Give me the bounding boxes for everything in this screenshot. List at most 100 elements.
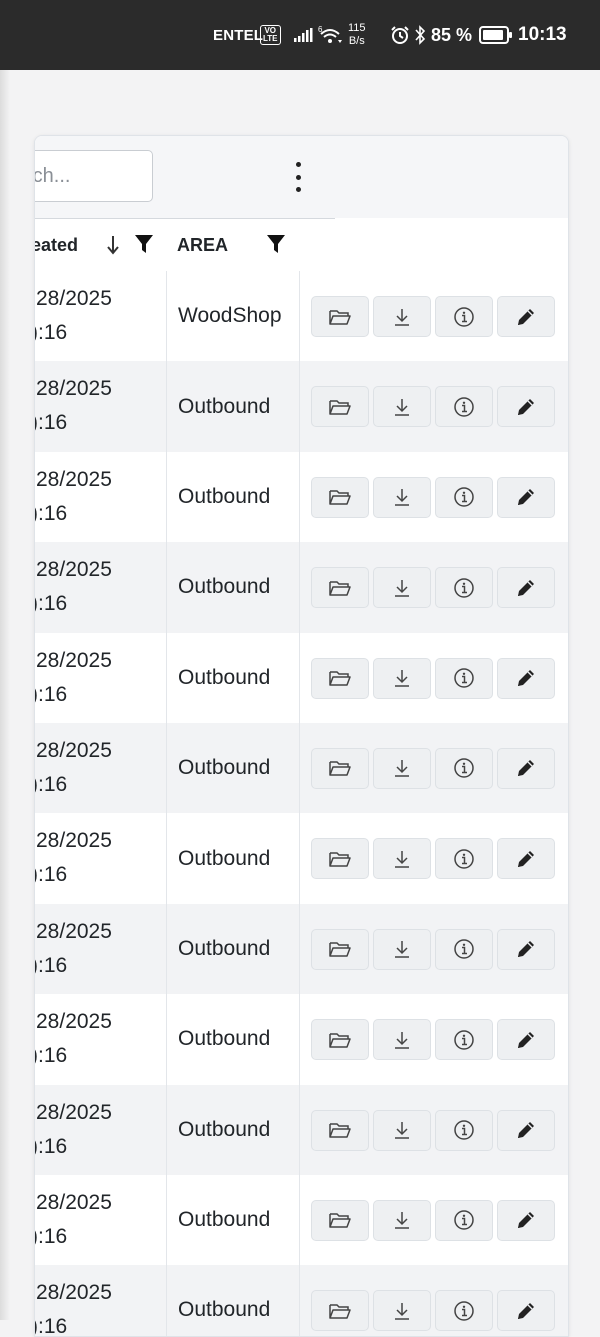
edit-button[interactable] [497,567,555,609]
created-date: 28/2025 [36,738,112,762]
created-cell: 28/2025 ):16 [35,451,167,543]
volte-icon: VO LTE [260,0,281,70]
info-button[interactable] [435,1199,493,1241]
download-button[interactable] [373,1109,431,1151]
open-folder-button[interactable] [311,1199,369,1241]
open-folder-button[interactable] [311,1019,369,1061]
pencil-icon [518,760,534,777]
open-folder-button[interactable] [311,928,369,970]
area-cell: Outbound [166,1265,300,1336]
filter-area-icon[interactable] [266,233,286,260]
created-time: ):16 [34,772,68,796]
edit-button[interactable] [497,296,555,337]
table-row: 28/2025 ):16 Outbound [35,632,568,723]
edit-button[interactable] [497,657,555,699]
open-folder-button[interactable] [311,476,369,518]
download-button[interactable] [373,1290,431,1332]
open-folder-button[interactable] [311,1290,369,1332]
created-date: 28/2025 [36,558,112,582]
info-button[interactable] [435,1109,493,1151]
info-button[interactable] [435,657,493,699]
info-icon [454,1301,474,1321]
open-folder-button[interactable] [311,747,369,789]
download-button[interactable] [373,296,431,337]
info-button[interactable] [435,1019,493,1061]
open-folder-button[interactable] [311,296,369,337]
info-button[interactable] [435,928,493,970]
download-icon [395,670,409,687]
created-time: ):16 [34,1224,68,1248]
area-value: Outbound [178,1298,271,1322]
edit-button[interactable] [497,1019,555,1061]
actions-cell [299,994,568,1084]
download-button[interactable] [373,838,431,880]
pencil-icon [518,1122,534,1139]
info-icon [454,487,474,508]
created-date: 28/2025 [36,1010,112,1034]
search-box[interactable] [35,150,153,202]
table-row: 28/2025 ):16 Outbound [34,361,568,452]
download-icon [395,308,409,326]
info-button[interactable] [435,296,493,337]
open-folder-button[interactable] [311,1109,369,1151]
edit-button[interactable] [497,1109,555,1151]
info-button[interactable] [435,386,493,428]
download-button[interactable] [373,657,431,699]
download-button[interactable] [373,928,431,970]
created-time: ):16 [34,592,68,616]
pencil-icon [518,1212,534,1229]
download-button[interactable] [373,476,431,518]
edit-button[interactable] [497,1199,555,1241]
table-row: 28/2025 ):16 WoodShop [35,271,568,362]
info-button[interactable] [435,838,493,880]
open-folder-button[interactable] [311,838,369,880]
pencil-icon [518,579,534,596]
more-options-icon[interactable] [290,162,306,192]
open-folder-button[interactable] [311,567,369,609]
area-cell: Outbound [166,632,300,723]
download-button[interactable] [373,1019,431,1061]
download-icon [395,1031,409,1049]
edit-button[interactable] [497,1290,555,1332]
table-row: 28/2025 ):16 Outbound [35,813,568,904]
sort-descending-icon[interactable] [106,234,120,261]
clock: 10:13 [518,24,567,45]
search-input[interactable] [35,150,152,202]
open-folder-button[interactable] [311,386,369,428]
area-cell: Outbound [166,903,300,995]
filter-created-icon[interactable] [134,233,154,260]
edit-button[interactable] [497,838,555,880]
edit-button[interactable] [497,747,555,789]
area-value: WoodShop [178,304,282,328]
created-time: ):16 [34,411,68,435]
edit-button[interactable] [497,476,555,518]
network-speed: 115 B/s [348,22,366,47]
area-cell: Outbound [166,813,300,904]
download-button[interactable] [373,386,431,428]
created-cell: 28/2025 ):16 [35,632,167,723]
open-folder-button[interactable] [311,657,369,699]
download-icon [395,1122,409,1139]
created-cell: 28/2025 ):16 [35,1265,167,1336]
info-button[interactable] [435,1290,493,1332]
created-cell: 28/2025 ):16 [34,542,167,633]
info-button[interactable] [435,476,493,518]
created-date: 28/2025 [36,1281,112,1305]
area-cell: Outbound [166,1174,300,1266]
folder-open-icon [329,761,351,777]
column-header-area[interactable]: AREA [177,219,228,271]
column-header-created[interactable]: eated [35,219,78,271]
download-button[interactable] [373,1199,431,1241]
actions-cell [299,1265,568,1336]
alarm-icon [390,0,410,70]
actions-cell [299,813,568,903]
created-time: ):16 [34,953,68,977]
area-value: Outbound [178,575,271,599]
download-button[interactable] [373,747,431,789]
info-button[interactable] [435,747,493,789]
download-button[interactable] [373,567,431,609]
actions-cell [299,904,568,994]
edit-button[interactable] [497,386,555,428]
edit-button[interactable] [497,928,555,970]
info-button[interactable] [435,567,493,609]
